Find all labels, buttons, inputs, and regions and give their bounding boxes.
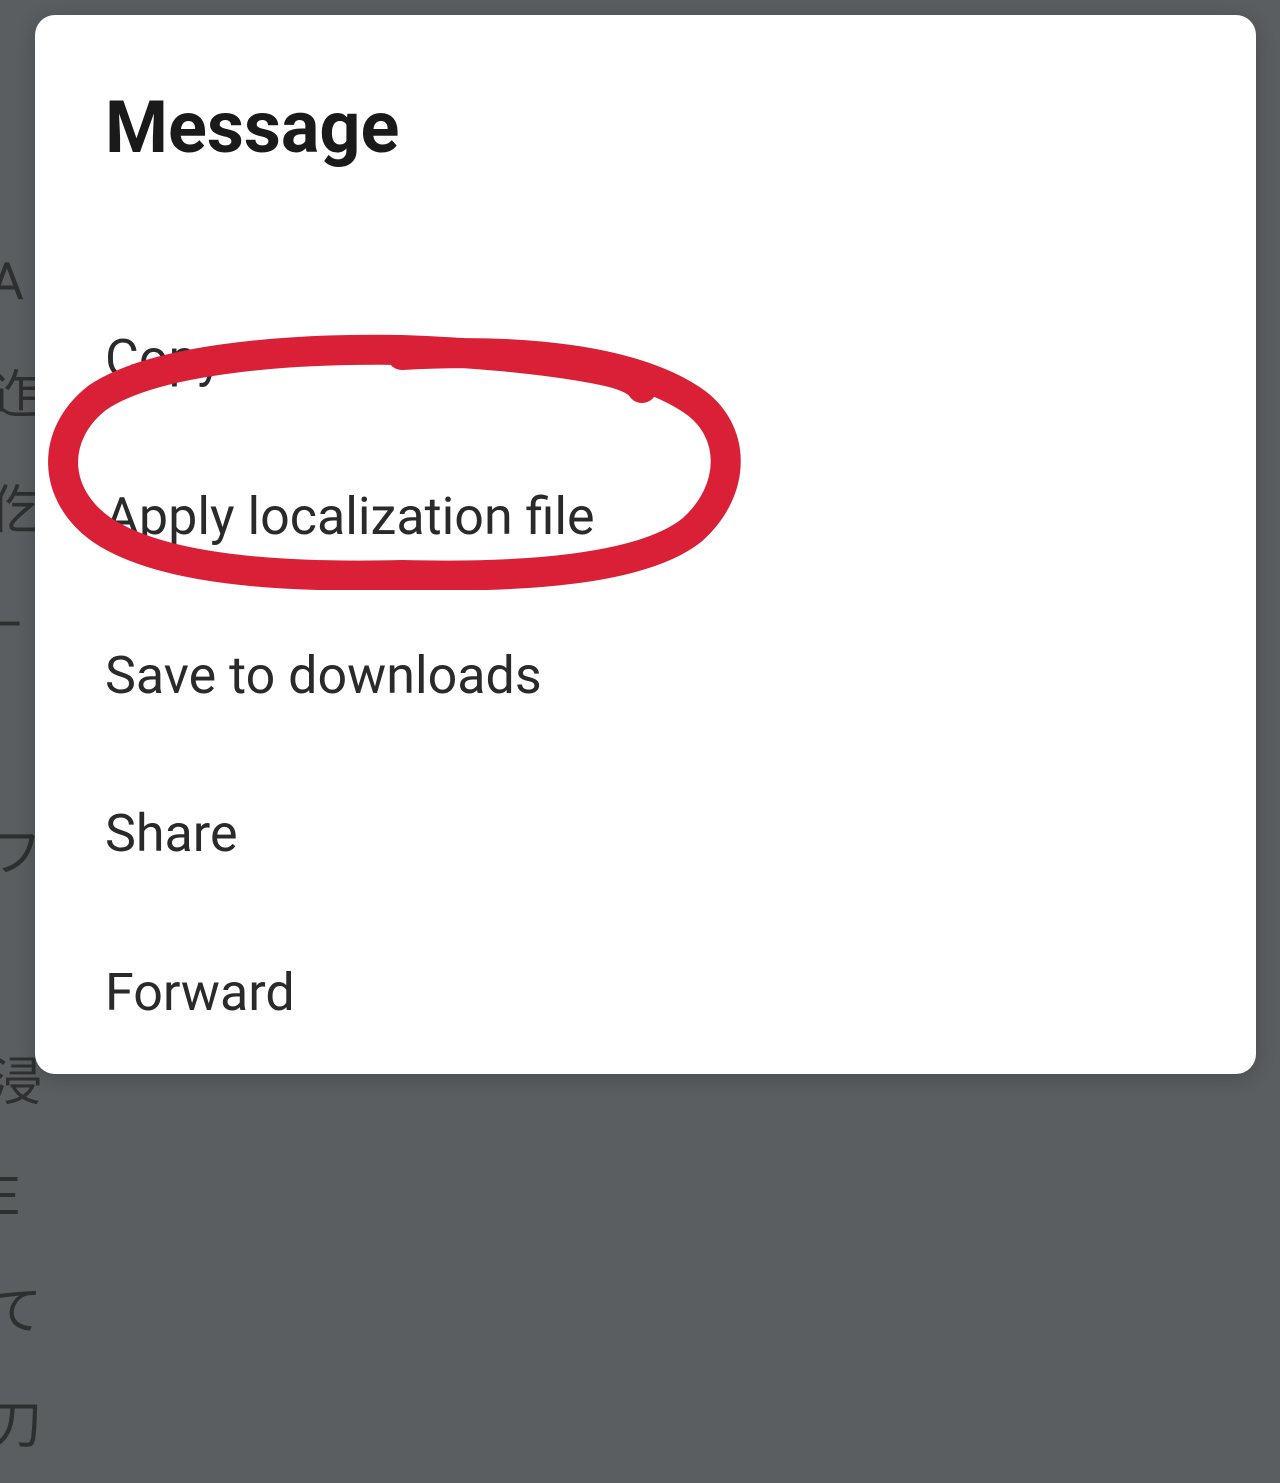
menu-item-share[interactable]: Share	[105, 755, 1186, 913]
menu-item-save-downloads[interactable]: Save to downloads	[105, 597, 1186, 755]
dialog-title: Message	[105, 85, 1186, 170]
menu-item-forward[interactable]: Forward	[105, 914, 1186, 1072]
menu-item-apply-localization[interactable]: Apply localization file	[105, 438, 1186, 596]
message-context-menu: Message Copy Apply localization file Sav…	[35, 15, 1256, 1074]
menu-item-copy[interactable]: Copy	[105, 280, 1186, 438]
